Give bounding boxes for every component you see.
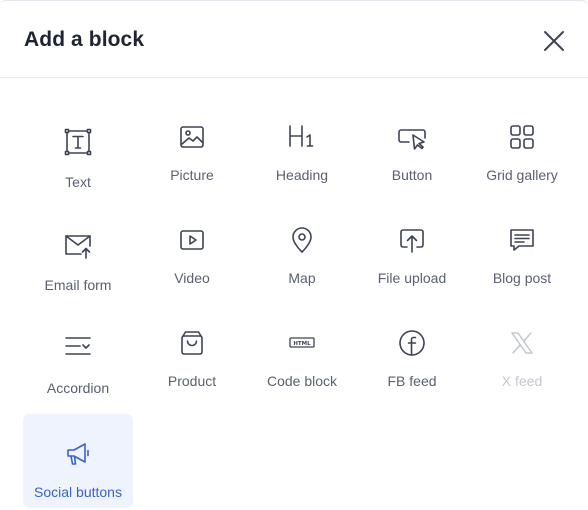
block-label: Code block <box>266 373 338 389</box>
block-tile-accordion[interactable]: Accordion <box>23 323 133 417</box>
block-tile-text[interactable]: Text <box>23 117 133 211</box>
accordion-icon <box>63 331 93 361</box>
block-label: X feed <box>501 373 543 389</box>
block-label: Picture <box>170 167 214 183</box>
block-label: FB feed <box>387 373 437 389</box>
block-label: Blog post <box>492 270 552 286</box>
block-tile-map[interactable]: Map <box>247 220 357 314</box>
block-tile-fb-feed[interactable]: FB feed <box>357 323 467 417</box>
block-tile-heading[interactable]: Heading <box>247 117 357 211</box>
block-label: Map <box>288 270 316 286</box>
email-form-icon <box>63 230 93 260</box>
block-label: Social buttons <box>34 484 122 500</box>
block-tile-code-block[interactable]: HTML Code block <box>247 323 357 417</box>
close-button[interactable] <box>540 27 568 55</box>
block-tile-x-feed[interactable]: X feed <box>467 323 577 417</box>
file-upload-icon <box>397 225 427 255</box>
block-label: Video <box>174 270 210 286</box>
block-label: Accordion <box>46 380 110 396</box>
block-tile-button[interactable]: Button <box>357 117 467 211</box>
blog-post-icon <box>507 225 537 255</box>
button-icon <box>397 122 427 152</box>
block-label: Text <box>65 174 91 190</box>
block-tile-social-buttons[interactable]: Social buttons <box>23 414 133 508</box>
block-label: Grid gallery <box>486 167 558 183</box>
picture-icon <box>177 122 207 152</box>
text-icon <box>63 127 93 157</box>
dialog-title: Add a block <box>24 28 145 51</box>
block-tile-product[interactable]: Product <box>137 323 247 417</box>
block-label: Button <box>391 167 433 183</box>
block-tile-picture[interactable]: Picture <box>137 117 247 211</box>
heading-icon <box>287 122 317 152</box>
x-logo-icon <box>507 328 537 358</box>
html-code-icon: HTML <box>287 328 317 358</box>
block-label: Product <box>167 373 217 389</box>
block-label: Email form <box>44 277 112 293</box>
facebook-icon <box>397 328 427 358</box>
block-tile-email-form[interactable]: Email form <box>23 220 133 314</box>
add-block-dialog: Add a block Text Picture Heading Button … <box>0 0 588 510</box>
block-tile-video[interactable]: Video <box>137 220 247 314</box>
grid-gallery-icon <box>507 122 537 152</box>
megaphone-icon <box>63 439 93 469</box>
svg-text:HTML: HTML <box>293 341 311 347</box>
block-tile-file-upload[interactable]: File upload <box>357 220 467 314</box>
close-icon <box>544 31 564 51</box>
block-label: File upload <box>377 270 447 286</box>
block-tile-blog-post[interactable]: Blog post <box>467 220 577 314</box>
video-icon <box>177 225 207 255</box>
dialog-header: Add a block <box>0 1 588 78</box>
block-label: Heading <box>275 167 329 183</box>
product-bag-icon <box>177 328 207 358</box>
map-pin-icon <box>287 225 317 255</box>
block-tile-grid-gallery[interactable]: Grid gallery <box>467 117 577 211</box>
